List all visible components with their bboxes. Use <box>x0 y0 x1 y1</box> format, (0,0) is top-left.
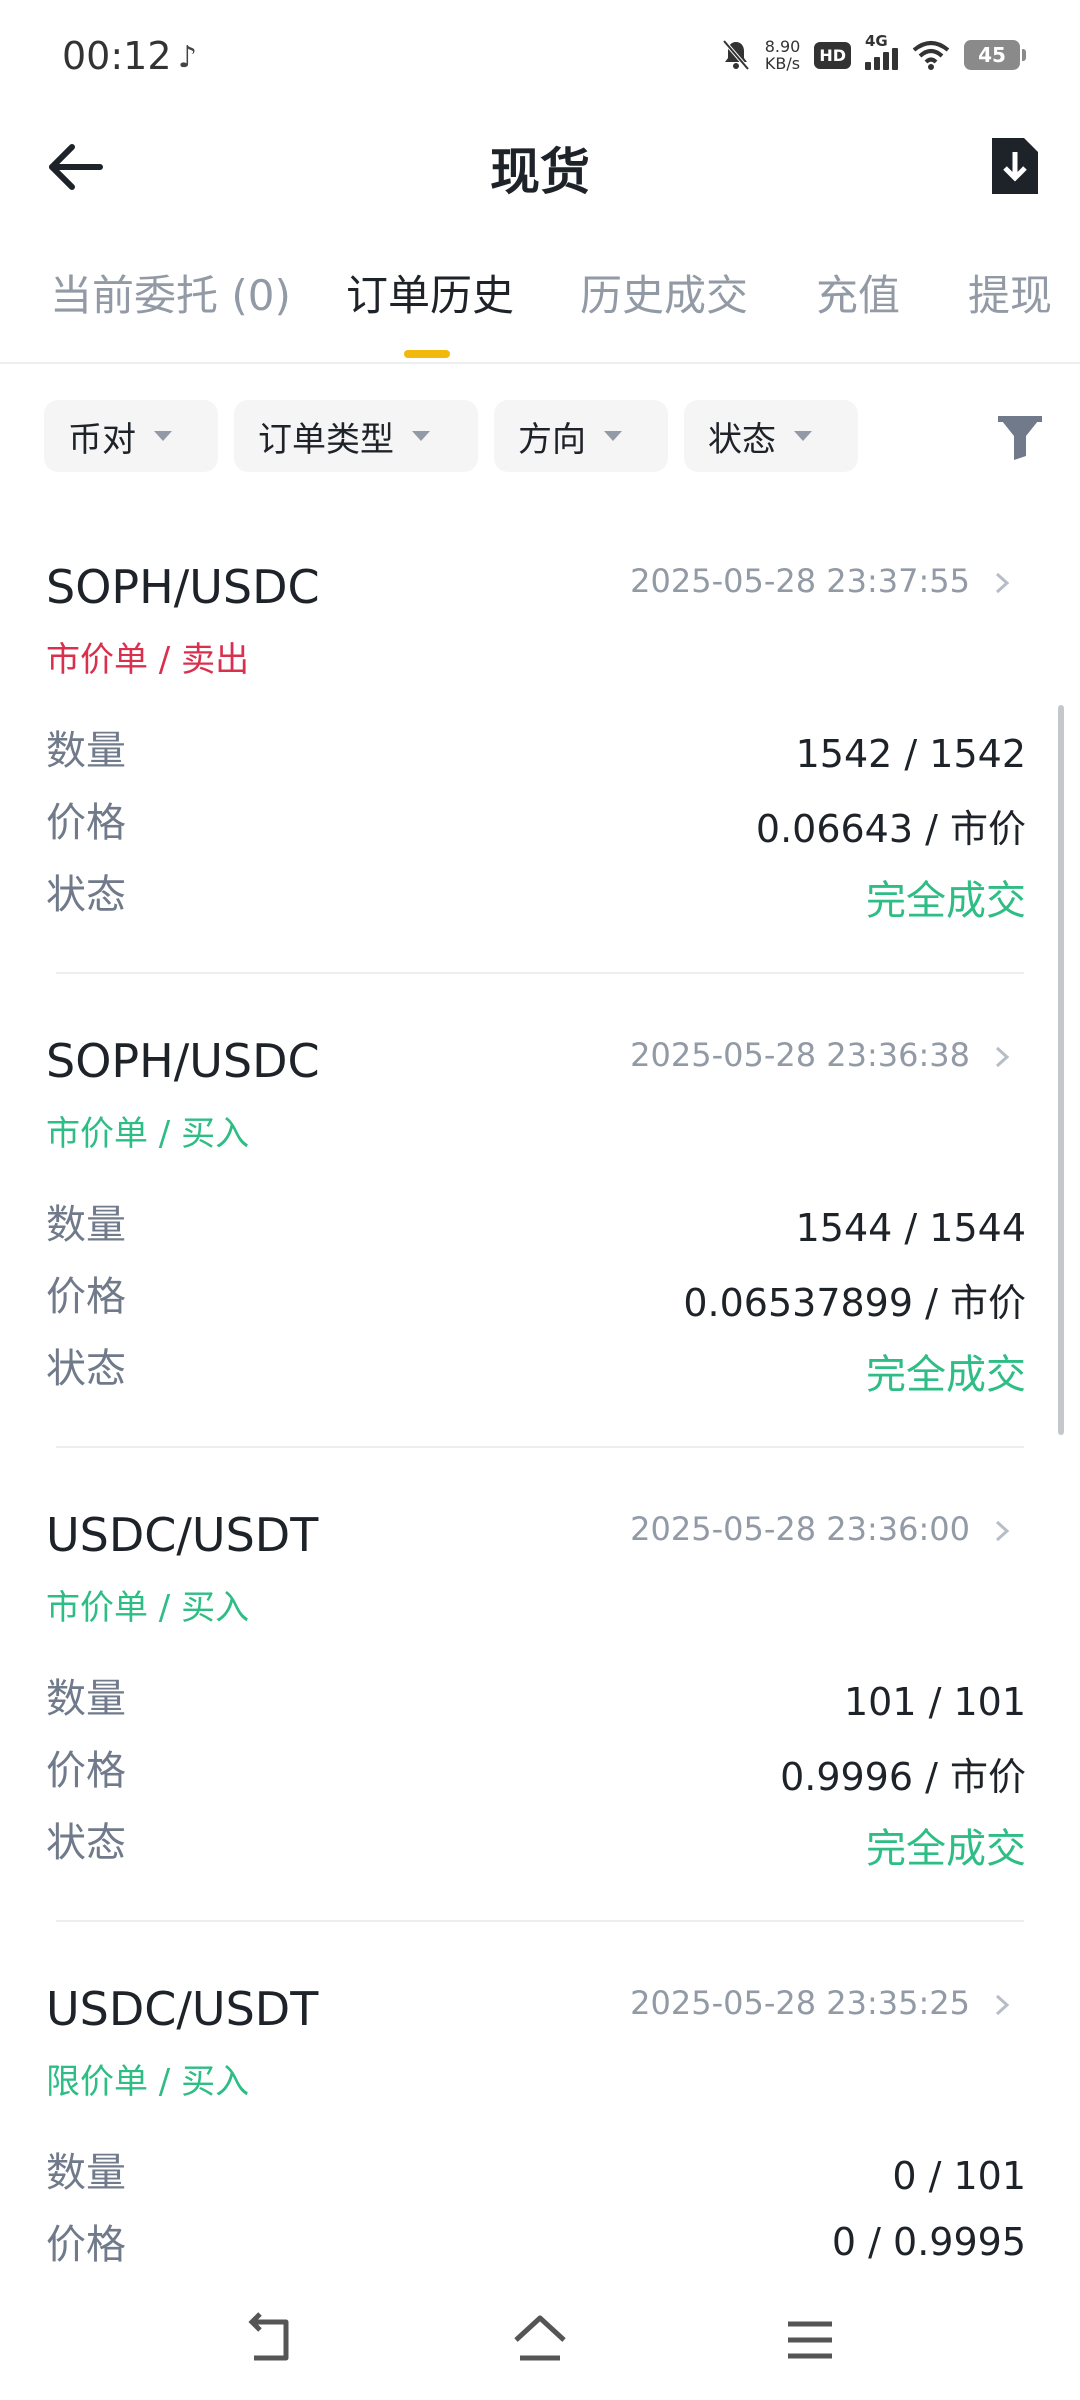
active-tab-indicator <box>404 350 450 358</box>
status-icons: 8.90 KB/s HD 4G 45 <box>721 30 1026 80</box>
order-type-side: 市价单 / 买入 <box>46 1588 250 1628</box>
wifi-icon <box>912 41 950 70</box>
caret-down-icon <box>154 431 172 441</box>
order-card[interactable]: USDC/USDT 市价单 / 买入 2025-05-28 23:36:00 数… <box>0 1448 1080 1922</box>
quantity-label: 数量 <box>46 1676 126 1722</box>
scrollbar[interactable] <box>1058 705 1064 1435</box>
quantity-value: 101 / 101 <box>843 1680 1026 1724</box>
quantity-label: 数量 <box>46 728 126 774</box>
chevron-right-icon <box>995 1994 1010 2016</box>
battery-icon: 45 <box>964 40 1026 70</box>
cellular-signal-icon: 4G <box>865 32 898 70</box>
price-value: 0 / 0.9995 <box>831 2220 1026 2264</box>
page-title: 现货 <box>490 143 590 201</box>
filter-side[interactable]: 方向 <box>494 400 668 472</box>
quantity-value: 1542 / 1542 <box>795 732 1026 776</box>
menu-nav-icon[interactable] <box>780 2310 840 2370</box>
order-card[interactable]: SOPH/USDC 市价单 / 买入 2025-05-28 23:36:38 数… <box>0 974 1080 1448</box>
price-label: 价格 <box>46 1274 126 1320</box>
notification-icon: ♪ <box>178 40 198 75</box>
file-download-icon[interactable] <box>986 136 1042 196</box>
quantity-label: 数量 <box>46 1202 126 1248</box>
order-type-side: 限价单 / 买入 <box>46 2062 250 2102</box>
header: 现货 <box>0 110 1080 220</box>
mute-bell-icon <box>722 39 750 71</box>
order-card[interactable]: SOPH/USDC 市价单 / 卖出 2025-05-28 23:37:55 数… <box>0 500 1080 974</box>
hd-icon: HD <box>814 41 851 69</box>
tab-order-history[interactable]: 订单历史 <box>346 262 514 323</box>
back-nav-icon[interactable] <box>240 2310 300 2370</box>
caret-down-icon <box>604 431 622 441</box>
status-value: 完全成交 <box>866 1826 1026 1872</box>
status-time: 00:12 <box>62 34 172 78</box>
tab-bar: 当前委托 (0) 订单历史 历史成交 充值 提现 <box>0 250 1080 364</box>
order-pair: USDC/USDT <box>46 1982 319 2036</box>
status-value: 完全成交 <box>866 878 1026 924</box>
tab-open-orders[interactable]: 当前委托 (0) <box>50 262 291 323</box>
status-bar: 00:12 ♪ 8.90 KB/s HD 4G 45 <box>0 0 1080 110</box>
net-speed: 8.90 KB/s <box>764 37 801 73</box>
order-pair: USDC/USDT <box>46 1508 319 1562</box>
order-list: SOPH/USDC 市价单 / 卖出 2025-05-28 23:37:55 数… <box>0 500 1080 2396</box>
price-value: 0.06643 / 市价 <box>755 807 1026 851</box>
price-label: 价格 <box>46 2222 126 2268</box>
price-label: 价格 <box>46 1748 126 1794</box>
status-label: 状态 <box>46 1820 126 1866</box>
filter-bar: 币对 订单类型 方向 状态 <box>44 400 1044 472</box>
home-nav-icon[interactable] <box>510 2310 570 2370</box>
funnel-filter-icon[interactable] <box>996 412 1044 462</box>
tab-withdraw[interactable]: 提现 <box>968 262 1052 323</box>
tab-trade-history[interactable]: 历史成交 <box>580 262 748 323</box>
filter-pair[interactable]: 币对 <box>44 400 218 472</box>
order-pair: SOPH/USDC <box>46 1034 320 1088</box>
status-label: 状态 <box>46 872 126 918</box>
order-time: 2025-05-28 23:36:38 <box>630 1036 970 1074</box>
price-label: 价格 <box>46 800 126 846</box>
chevron-right-icon <box>995 572 1010 594</box>
order-time: 2025-05-28 23:36:00 <box>630 1510 970 1548</box>
order-time: 2025-05-28 23:35:25 <box>630 1984 970 2022</box>
price-value: 0.9996 / 市价 <box>780 1755 1026 1799</box>
chevron-right-icon <box>995 1046 1010 1068</box>
tab-deposit[interactable]: 充值 <box>816 262 900 323</box>
price-value: 0.06537899 / 市价 <box>683 1281 1026 1325</box>
order-time: 2025-05-28 23:37:55 <box>630 562 970 600</box>
chevron-right-icon <box>995 1520 1010 1542</box>
quantity-value: 1544 / 1544 <box>795 1206 1026 1250</box>
order-pair: SOPH/USDC <box>46 560 320 614</box>
system-nav-bar <box>0 2280 1080 2400</box>
back-arrow-icon[interactable] <box>42 132 112 202</box>
status-value: 完全成交 <box>866 1352 1026 1398</box>
order-type-side: 市价单 / 买入 <box>46 1114 250 1154</box>
caret-down-icon <box>412 431 430 441</box>
quantity-label: 数量 <box>46 2150 126 2196</box>
order-type-side: 市价单 / 卖出 <box>46 640 250 680</box>
filter-order-type[interactable]: 订单类型 <box>234 400 478 472</box>
quantity-value: 0 / 101 <box>892 2154 1026 2198</box>
status-label: 状态 <box>46 1346 126 1392</box>
filter-status[interactable]: 状态 <box>684 400 858 472</box>
caret-down-icon <box>794 431 812 441</box>
